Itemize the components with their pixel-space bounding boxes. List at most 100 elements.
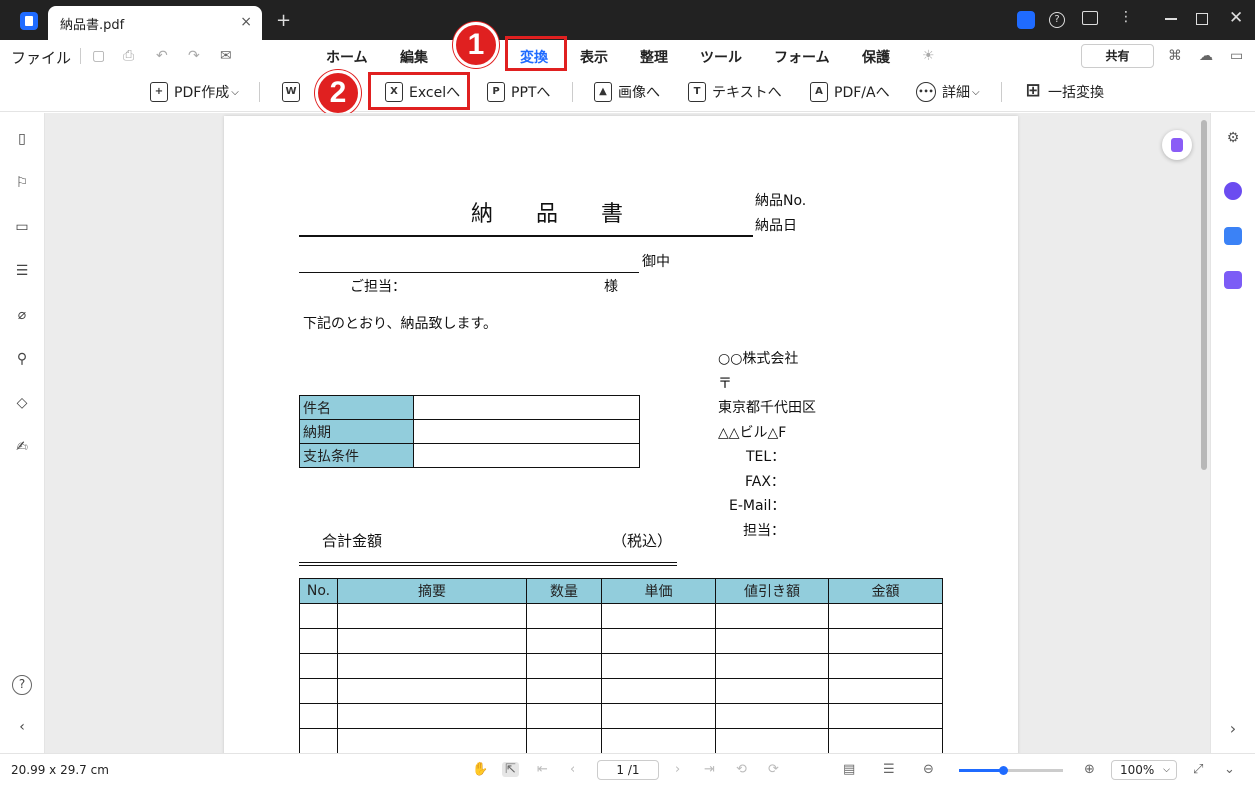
batch-convert-button[interactable]: ⊞ 一括変換	[1024, 80, 1104, 104]
translate-icon[interactable]	[1224, 227, 1242, 245]
menu-organize[interactable]: 整理	[640, 47, 668, 67]
select-tool-icon[interactable]: ⇱	[502, 762, 519, 777]
new-tab-button[interactable]: +	[276, 10, 291, 31]
hand-tool-icon[interactable]: ✋	[472, 762, 488, 777]
highlight-convert-tab	[505, 36, 567, 71]
delivery-no-label: 納品No.	[755, 193, 807, 209]
file-menu[interactable]: ファイル	[11, 47, 71, 68]
first-page-icon[interactable]: ⇤	[537, 762, 548, 777]
prev-page-icon[interactable]: ‹	[570, 762, 575, 777]
step-2-badge: 2	[315, 70, 361, 116]
panel-toggle-icon[interactable]: ▭	[1230, 48, 1243, 64]
next-page-icon[interactable]: ›	[675, 762, 680, 777]
page-thumbnail-icon[interactable]: ▯	[14, 131, 30, 147]
zoom-level-select[interactable]: 100% ⌵	[1111, 760, 1177, 780]
table-row	[299, 628, 943, 654]
expand-down-icon[interactable]: ⌄	[1224, 762, 1235, 777]
lightbulb-icon[interactable]: ☀	[922, 48, 935, 64]
to-text-button[interactable]: T テキストへ	[688, 80, 782, 104]
col-discount: 値引き額	[715, 578, 829, 604]
pdf-create-button[interactable]: + PDF作成 ⌵	[150, 80, 239, 104]
undo-icon[interactable]: ↶	[156, 48, 168, 64]
delivery-date-label: 納品日	[755, 218, 797, 234]
table-row: 件名	[299, 395, 640, 420]
info-label-deadline: 納期	[299, 419, 414, 444]
close-window-icon[interactable]: ✕	[1229, 8, 1243, 28]
signature-icon[interactable]: ✍	[14, 439, 30, 455]
redo-icon[interactable]: ↷	[188, 48, 200, 64]
title-underline	[299, 235, 753, 237]
total-double-line-2	[299, 565, 677, 566]
divider	[1001, 82, 1002, 102]
fields-icon[interactable]: ☰	[14, 263, 30, 279]
floating-assistant-icon[interactable]	[1162, 130, 1192, 160]
zoom-out-icon[interactable]: ⊖	[923, 762, 934, 777]
menu-protect[interactable]: 保護	[862, 47, 890, 67]
to-ppt-button[interactable]: P PPTへ	[487, 80, 550, 104]
zoom-slider[interactable]	[959, 766, 1063, 775]
zoom-in-icon[interactable]: ⊕	[1084, 762, 1095, 777]
help-circle-icon[interactable]: ?	[12, 675, 32, 695]
comment-icon[interactable]: ▭	[14, 219, 30, 235]
left-sidebar: ▯ ⚐ ▭ ☰ ⌀ ⚲ ◇ ✍ ? ‹	[0, 113, 45, 753]
minimize-icon[interactable]	[1165, 18, 1177, 20]
account-brand-icon[interactable]	[1017, 11, 1035, 29]
scroll-mode-icon[interactable]: ☰	[883, 762, 895, 777]
maximize-icon[interactable]	[1196, 13, 1208, 25]
to-pdfa-button[interactable]: A PDF/Aへ	[810, 80, 890, 104]
last-page-icon[interactable]: ⇥	[704, 762, 715, 777]
menu-edit[interactable]: 編集	[400, 47, 428, 67]
address-line-1: 東京都千代田区	[718, 400, 816, 416]
zoom-slider-thumb[interactable]	[998, 766, 1008, 775]
save-icon[interactable]: ▢	[92, 48, 105, 64]
more-details-button[interactable]: ••• 詳細 ⌵	[916, 80, 980, 104]
table-row: 支払条件	[299, 443, 640, 468]
rotate-right-icon[interactable]: ⟳	[768, 762, 779, 777]
menu-home[interactable]: ホーム	[326, 47, 368, 67]
document-tab[interactable]: 納品書.pdf ×	[48, 6, 262, 40]
feedback-icon[interactable]	[1082, 11, 1098, 25]
to-image-button[interactable]: ▲ 画像へ	[594, 80, 660, 104]
ai-assistant-icon[interactable]	[1224, 182, 1242, 200]
collapse-right-icon[interactable]: ›	[1224, 719, 1242, 738]
collapse-left-icon[interactable]: ‹	[14, 719, 30, 735]
task-check-icon[interactable]	[1224, 271, 1242, 289]
vertical-scrollbar[interactable]	[1201, 120, 1207, 470]
bookmark-icon[interactable]: ⚐	[14, 175, 30, 191]
page-number-input[interactable]: 1 /1	[597, 760, 659, 780]
pdf-page: 納 品 書 納品No. 納品日 御中 ご担当： 様 下記のとおり、納品致します。…	[224, 116, 1018, 756]
attachment-icon[interactable]: ⌀	[14, 307, 30, 323]
more-options-icon[interactable]: ⋮	[1119, 9, 1133, 25]
menu-view[interactable]: 表示	[580, 47, 608, 67]
convert-toolbar: + PDF作成 ⌵ W X Excelへ P PPTへ ▲ 画像へ T テキスト…	[0, 72, 1255, 112]
menu-tools[interactable]: ツール	[700, 47, 742, 67]
close-tab-icon[interactable]: ×	[240, 14, 252, 30]
col-description: 摘要	[337, 578, 527, 604]
divider	[80, 48, 81, 64]
properties-sliders-icon[interactable]: ⚙	[1224, 130, 1242, 148]
mail-icon[interactable]: ✉	[220, 48, 232, 64]
print-icon[interactable]: ⎙	[123, 48, 134, 64]
page-layout-icon[interactable]: ▤	[843, 762, 855, 777]
person-label: 担当：	[743, 523, 785, 539]
info-label-payment: 支払条件	[299, 443, 414, 468]
fit-page-icon[interactable]: ⤢	[1193, 762, 1203, 777]
to-word-button[interactable]: W	[282, 80, 306, 104]
org-chart-icon[interactable]: ⌘	[1168, 48, 1182, 64]
document-title: 納 品 書	[471, 202, 641, 227]
menu-form[interactable]: フォーム	[774, 47, 830, 67]
rotate-left-icon[interactable]: ⟲	[736, 762, 747, 777]
search-icon[interactable]: ⚲	[14, 351, 30, 367]
info-value	[413, 419, 640, 444]
total-double-line-1	[299, 562, 677, 563]
zoom-slider-fill	[959, 769, 1003, 772]
layers-icon[interactable]: ◇	[14, 395, 30, 411]
chevron-down-icon: ⌵	[231, 86, 239, 98]
recipient-line	[299, 272, 639, 273]
total-amount-label: 合計金額	[322, 532, 383, 550]
chevron-down-icon: ⌵	[1163, 765, 1170, 775]
share-button[interactable]: 共有	[1081, 44, 1154, 68]
help-icon[interactable]: ?	[1049, 12, 1065, 28]
sama-label: 様	[604, 279, 618, 295]
cloud-upload-icon[interactable]: ☁	[1199, 48, 1213, 64]
